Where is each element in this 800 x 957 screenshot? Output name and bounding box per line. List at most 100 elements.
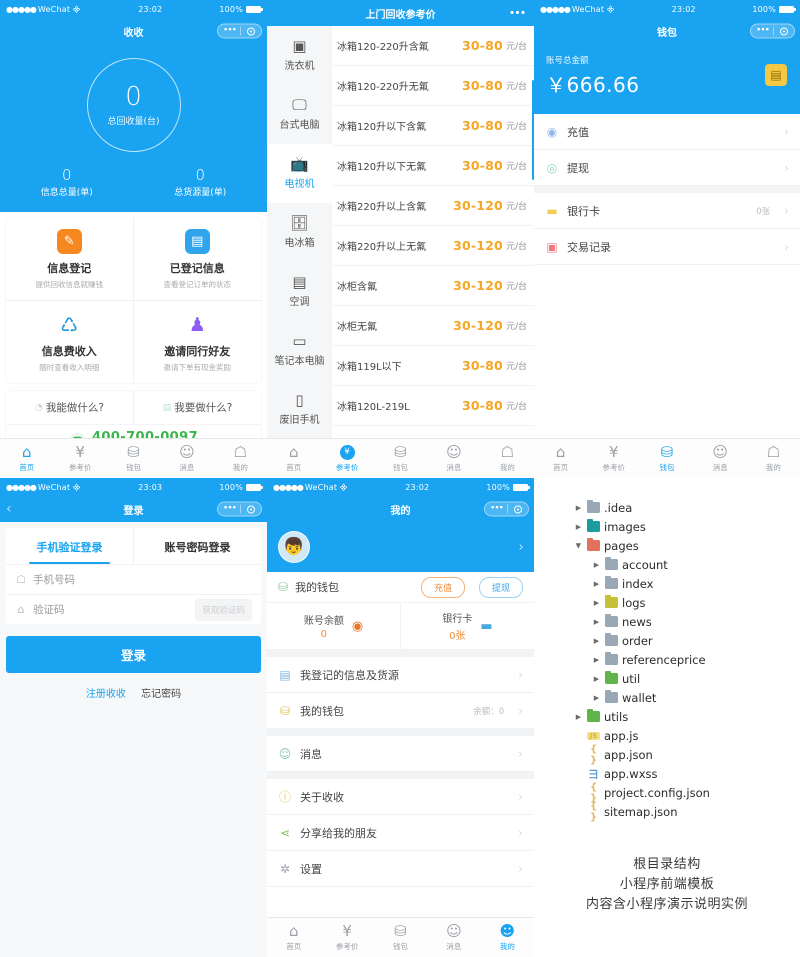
tab-mine[interactable]: ☖ 我的: [481, 439, 534, 478]
tab-mine[interactable]: ☖ 我的: [214, 439, 267, 478]
mine-row-my-registrations[interactable]: ▤ 我登记的信息及货源 ›: [267, 657, 534, 693]
tree-node-sitemap-json[interactable]: { } sitemap.json: [574, 801, 800, 823]
chevron-right-icon[interactable]: ▶: [592, 580, 601, 588]
wallet-row-withdraw[interactable]: ◎ 提现 ›: [534, 150, 800, 186]
chevron-right-icon[interactable]: ▶: [592, 656, 601, 664]
balance-bank-card[interactable]: 银行卡 0张 ▬: [401, 603, 534, 649]
tree-node-wallet[interactable]: ▶ wallet: [574, 688, 800, 707]
category-refrigerator[interactable]: 🗄 电冰箱: [267, 203, 332, 262]
mine-profile-header[interactable]: 👦 ›: [267, 522, 534, 572]
more-icon[interactable]: •••: [219, 26, 241, 36]
wallet-row-bank-card[interactable]: ▬ 银行卡 0张 ›: [534, 193, 800, 229]
tab-message[interactable]: ☺ 消息: [160, 439, 213, 478]
tab-price[interactable]: ¥ 参考价: [320, 439, 373, 478]
wechat-capsule[interactable]: •••: [217, 501, 262, 517]
tree-node-app-js[interactable]: JS app.js: [574, 726, 800, 745]
tree-node-account[interactable]: ▶ account: [574, 555, 800, 574]
tab-home[interactable]: ⌂ 首页: [534, 439, 587, 478]
category-air-conditioner[interactable]: ▤ 空调: [267, 262, 332, 321]
tree-node-order[interactable]: ▶ order: [574, 631, 800, 650]
feature-registered-info[interactable]: ▤ 已登记信息 查看登记订单的状态: [133, 218, 261, 301]
close-target-icon[interactable]: [508, 505, 527, 513]
back-chevron-icon[interactable]: ‹: [6, 502, 12, 516]
recharge-button[interactable]: 充值: [420, 576, 465, 598]
tab-price[interactable]: ¥ 参考价: [320, 918, 373, 957]
tab-home[interactable]: ⌂ 首页: [267, 918, 320, 957]
phone-field[interactable]: ☖ 手机号码: [6, 564, 261, 594]
feature-invite[interactable]: ♟ 邀请同行好友 邀请下单有现金奖励: [134, 301, 262, 383]
tree-node-news[interactable]: ▶ news: [574, 612, 800, 631]
register-link[interactable]: 注册收收: [86, 689, 126, 700]
tab-wallet[interactable]: ⛁ 钱包: [640, 439, 693, 478]
chevron-right-icon[interactable]: ▶: [574, 713, 583, 721]
category-washing-machine[interactable]: ▣ 洗衣机: [267, 26, 332, 85]
category-desktop-computer[interactable]: 🖵 台式电脑: [267, 85, 332, 144]
price-row[interactable]: 冰柜无氟 30-120 元/台: [332, 306, 534, 346]
tree-node-pages[interactable]: ▶ pages: [574, 536, 800, 555]
feature-info-register[interactable]: ✎ 信息登记 提供回收信息就赚钱: [6, 218, 134, 301]
chevron-right-icon[interactable]: ▶: [592, 694, 601, 702]
price-row[interactable]: 冰箱120升以下无氟 30-80 元/台: [332, 146, 534, 186]
more-icon[interactable]: •••: [219, 504, 241, 514]
quick-what-should-i-do[interactable]: ▤ 我要做什么?: [134, 391, 261, 424]
tree-node-util[interactable]: ▶ util: [574, 669, 800, 688]
tab-message[interactable]: ☺ 消息: [694, 439, 747, 478]
tab-phone-code-login[interactable]: 手机验证登录: [6, 528, 134, 564]
close-target-icon[interactable]: [241, 505, 260, 513]
wechat-capsule[interactable]: •••: [505, 6, 529, 21]
mine-row-share[interactable]: ⋖ 分享给我的朋友 ›: [267, 815, 534, 851]
price-row[interactable]: 冰箱220升以上含氟 30-120 元/台: [332, 186, 534, 226]
chevron-right-icon[interactable]: ▶: [574, 523, 583, 531]
tab-wallet[interactable]: ⛁ 钱包: [107, 439, 160, 478]
tab-wallet[interactable]: ⛁ 钱包: [374, 439, 427, 478]
more-icon[interactable]: •••: [486, 504, 508, 514]
category-laptop[interactable]: ▭ 笔记本电脑: [267, 321, 332, 380]
mine-row-messages[interactable]: ☺ 消息 ›: [267, 736, 534, 772]
wallet-row-recharge[interactable]: ◉ 充值 ›: [534, 114, 800, 150]
close-target-icon[interactable]: [774, 27, 793, 35]
tab-mine[interactable]: ☖ 我的: [747, 439, 800, 478]
tab-price[interactable]: ¥ 参考价: [587, 439, 640, 478]
tab-home[interactable]: ⌂ 首页: [0, 439, 53, 478]
price-row[interactable]: 冰箱120-220升无氟 30-80 元/台: [332, 66, 534, 106]
mine-row-about[interactable]: ⓘ 关于收收 ›: [267, 779, 534, 815]
phone-input[interactable]: 手机号码: [33, 572, 252, 587]
chevron-right-icon[interactable]: ▶: [592, 599, 601, 607]
tree-node-index[interactable]: ▶ index: [574, 574, 800, 593]
quick-what-can-i-do[interactable]: ◔ 我能做什么?: [6, 391, 134, 424]
more-icon[interactable]: •••: [752, 26, 774, 36]
category-mobile-phone[interactable]: ▯ 废旧手机: [267, 380, 332, 439]
tree-node-project-config-json[interactable]: { } project.config.json: [574, 782, 800, 804]
forgot-password-link[interactable]: 忘记密码: [141, 689, 181, 700]
price-row[interactable]: 冰箱119L以下 30-80 元/台: [332, 346, 534, 386]
chevron-down-icon[interactable]: ▶: [575, 541, 583, 550]
chevron-right-icon[interactable]: ▶: [592, 637, 601, 645]
code-input[interactable]: 验证码: [33, 602, 189, 617]
tree-node-idea[interactable]: ▶ .idea: [574, 498, 800, 517]
tab-home[interactable]: ⌂ 首页: [267, 439, 320, 478]
price-row[interactable]: 冰箱120升以下含氟 30-80 元/台: [332, 106, 534, 146]
price-row[interactable]: 冰箱220升以上无氟 30-120 元/台: [332, 226, 534, 266]
tree-node-logs[interactable]: ▶ logs: [574, 593, 800, 612]
mine-row-settings[interactable]: ✲ 设置 ›: [267, 851, 534, 887]
price-row[interactable]: 冰柜含氟 30-120 元/台: [332, 266, 534, 306]
wechat-capsule[interactable]: •••: [217, 23, 262, 39]
mine-row-my-wallet[interactable]: ⛁ 我的钱包 余额：0 ›: [267, 693, 534, 729]
wallet-row-transactions[interactable]: ▣ 交易记录 ›: [534, 229, 800, 265]
code-field[interactable]: ⌂ 验证码 获取验证码: [6, 594, 261, 624]
chevron-right-icon[interactable]: ▶: [592, 675, 601, 683]
tab-message[interactable]: ☺ 消息: [427, 439, 480, 478]
tree-node-utils[interactable]: ▶ utils: [574, 707, 800, 726]
chevron-right-icon[interactable]: ▶: [592, 561, 601, 569]
balance-account[interactable]: 账号余额 0 ◉: [267, 603, 401, 649]
tab-account-password-login[interactable]: 账号密码登录: [134, 528, 261, 564]
tree-node-app-json[interactable]: { } app.json: [574, 744, 800, 766]
wechat-capsule[interactable]: •••: [750, 23, 795, 39]
category-television[interactable]: 📺 电视机: [267, 144, 332, 203]
close-target-icon[interactable]: [241, 27, 260, 35]
tab-mine[interactable]: ☻ 我的: [481, 918, 534, 957]
tree-node-images[interactable]: ▶ images: [574, 517, 800, 536]
more-icon[interactable]: •••: [506, 8, 528, 19]
tab-message[interactable]: ☺ 消息: [427, 918, 480, 957]
login-submit-button[interactable]: 登录: [6, 636, 261, 673]
